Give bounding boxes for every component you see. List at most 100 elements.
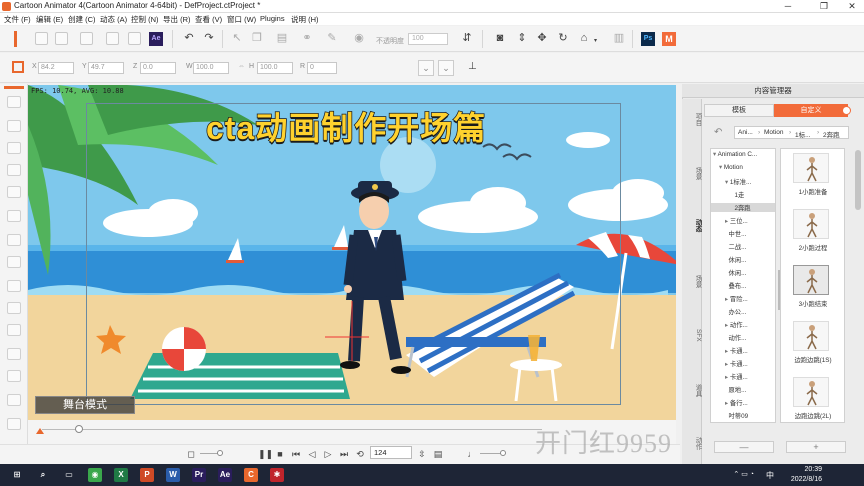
lock-ratio-icon[interactable]: ⇔ xyxy=(238,63,245,70)
breadcrumb-item[interactable]: 2奔跑 xyxy=(823,129,840,139)
menu-view[interactable]: 查看 (V) xyxy=(195,14,222,25)
tool-puppet-icon[interactable] xyxy=(7,186,21,198)
side-tab-actions[interactable]: 动作 xyxy=(682,437,702,450)
link-icon[interactable]: ⚭ xyxy=(300,31,314,45)
save-icon[interactable] xyxy=(80,32,93,45)
input-language[interactable]: 中 xyxy=(766,470,774,481)
side-tab-sfx[interactable]: SFX xyxy=(682,329,702,342)
motion-thumbnail[interactable] xyxy=(793,265,829,295)
layout-icon[interactable]: ▥ xyxy=(612,31,626,45)
side-tab-scene[interactable]: 场景 xyxy=(682,167,702,180)
add-button[interactable]: + xyxy=(786,441,846,453)
tree-item[interactable]: 1走 xyxy=(711,190,775,199)
tab-template[interactable]: 模板 xyxy=(704,104,774,117)
breadcrumb-item[interactable]: Motion xyxy=(764,129,784,136)
tool-face-icon[interactable] xyxy=(7,164,21,176)
premiere-icon[interactable]: Pr xyxy=(192,468,206,482)
motion-thumbnail[interactable] xyxy=(793,321,829,351)
tool-actor-icon[interactable] xyxy=(7,96,21,108)
tree-item[interactable]: ▸ 卡通... xyxy=(711,346,775,355)
side-tab-project[interactable]: 项目 xyxy=(682,113,702,126)
stage-mode-button[interactable]: 舞台模式 xyxy=(35,396,135,414)
close-icon[interactable]: ✕ xyxy=(840,0,864,13)
h-field[interactable]: 100.0 xyxy=(257,62,293,74)
tool-walk-icon[interactable] xyxy=(7,280,21,292)
maximize-icon[interactable]: ❐ xyxy=(812,0,836,13)
side-tab-props[interactable]: 道具 xyxy=(682,384,702,397)
tree-item[interactable]: ▸ 三位... xyxy=(711,216,775,225)
photoshop-icon[interactable]: Ps xyxy=(641,32,655,46)
r-field[interactable]: 0 xyxy=(307,62,337,74)
volume-handle[interactable] xyxy=(217,450,223,456)
motion-thumbnail[interactable] xyxy=(793,209,829,239)
next-frame-icon[interactable]: ▷ xyxy=(322,448,334,460)
loop-icon[interactable]: ⟲ xyxy=(354,448,366,460)
app-red-icon[interactable]: ✱ xyxy=(270,468,284,482)
menu-help[interactable]: 说明 (H) xyxy=(291,14,319,25)
tree-item[interactable]: 2奔跑 xyxy=(711,203,775,212)
frame-number-field[interactable]: 124 xyxy=(370,446,412,459)
aftereffects-icon[interactable]: Ae xyxy=(218,468,232,482)
copy-icon[interactable]: ❐ xyxy=(250,31,264,45)
anchor-icon[interactable]: ⊥ xyxy=(468,61,477,72)
ae-export-icon[interactable]: Ae xyxy=(149,32,163,46)
y-field[interactable]: 49.7 xyxy=(88,62,124,74)
clock-date[interactable]: 2022/8/16 xyxy=(791,476,822,483)
m-plugin-icon[interactable]: M xyxy=(662,32,676,46)
timeline-toggle-icon[interactable]: ▤ xyxy=(432,448,444,460)
chevron-down-icon[interactable]: ▾ xyxy=(594,37,597,44)
tool-sprite-icon[interactable] xyxy=(7,142,21,154)
tree-item[interactable]: 休闲... xyxy=(711,255,775,264)
tool-motion-icon[interactable] xyxy=(7,256,21,268)
flip-up-icon[interactable]: ⌄ xyxy=(438,60,454,76)
redo-icon[interactable]: ↷ xyxy=(202,31,216,45)
tree-item[interactable]: ▸ 动作... xyxy=(711,320,775,329)
spin-arrows-icon[interactable]: ⇳ xyxy=(416,448,428,460)
side-tab-motion[interactable]: 动态 xyxy=(682,219,702,232)
tool-camera-icon[interactable] xyxy=(7,370,21,382)
tool-bone-icon[interactable] xyxy=(7,120,21,132)
tool-prop-icon[interactable] xyxy=(7,348,21,360)
clock-time[interactable]: 20:39 xyxy=(804,466,822,473)
back-icon[interactable]: ↶ xyxy=(714,127,722,138)
tree-item[interactable]: 休闲... xyxy=(711,268,775,277)
tool-timeline-icon[interactable] xyxy=(7,210,21,222)
pin-icon[interactable]: ✎ xyxy=(325,31,339,45)
home-icon[interactable]: ⌂ xyxy=(577,31,591,45)
tree-item[interactable]: ▾ Animation C... xyxy=(711,151,775,158)
tree-item[interactable]: ▸ 备行... xyxy=(711,398,775,407)
camera-icon[interactable]: ◙ xyxy=(493,31,507,45)
excel-icon[interactable]: X xyxy=(114,468,128,482)
tool-layer-icon[interactable] xyxy=(7,234,21,246)
menu-file[interactable]: 文件 (F) xyxy=(4,14,31,25)
scrub-handle[interactable] xyxy=(75,425,83,433)
tree-splitter[interactable] xyxy=(778,270,780,310)
cartoon-animator-icon[interactable]: C xyxy=(244,468,258,482)
tree-item[interactable]: 二战... xyxy=(711,242,775,251)
panel-option-icon[interactable] xyxy=(842,106,851,115)
tab-custom[interactable]: 自定义 xyxy=(774,104,848,117)
breadcrumb-item[interactable]: 1标... xyxy=(795,129,811,139)
menu-animation[interactable]: 动态 (A) xyxy=(100,14,127,25)
start-icon[interactable]: ⊞ xyxy=(10,468,24,482)
x-field[interactable]: 84.2 xyxy=(38,62,74,74)
undo-icon[interactable]: ↶ xyxy=(182,31,196,45)
panel-scrollbar[interactable] xyxy=(855,150,861,210)
select-icon[interactable]: ↖ xyxy=(230,31,244,45)
tree-item[interactable]: 原地... xyxy=(711,385,775,394)
tool-run-icon[interactable] xyxy=(7,302,21,314)
tree-item[interactable]: ▸ 卡通... xyxy=(711,359,775,368)
motion-thumbnail[interactable] xyxy=(793,153,829,183)
tool-effect-icon[interactable] xyxy=(7,394,21,406)
taskview-icon[interactable]: ▭ xyxy=(62,468,76,482)
rotate-icon[interactable]: ↻ xyxy=(556,31,570,45)
menu-export[interactable]: 导出 (R) xyxy=(163,14,191,25)
tree-item[interactable]: 吋蒂09 xyxy=(711,411,775,420)
tree-item[interactable]: 叠布... xyxy=(711,281,775,290)
menu-plugins[interactable]: Plugins xyxy=(260,14,285,23)
side-tab-scene-2[interactable]: 场景 xyxy=(682,275,702,288)
motion-thumbnail[interactable] xyxy=(793,377,829,407)
pause-icon[interactable]: ❚❚ xyxy=(258,448,273,460)
menu-edit[interactable]: 编辑 (E) xyxy=(36,14,63,25)
minimize-icon[interactable]: ─ xyxy=(776,0,800,13)
